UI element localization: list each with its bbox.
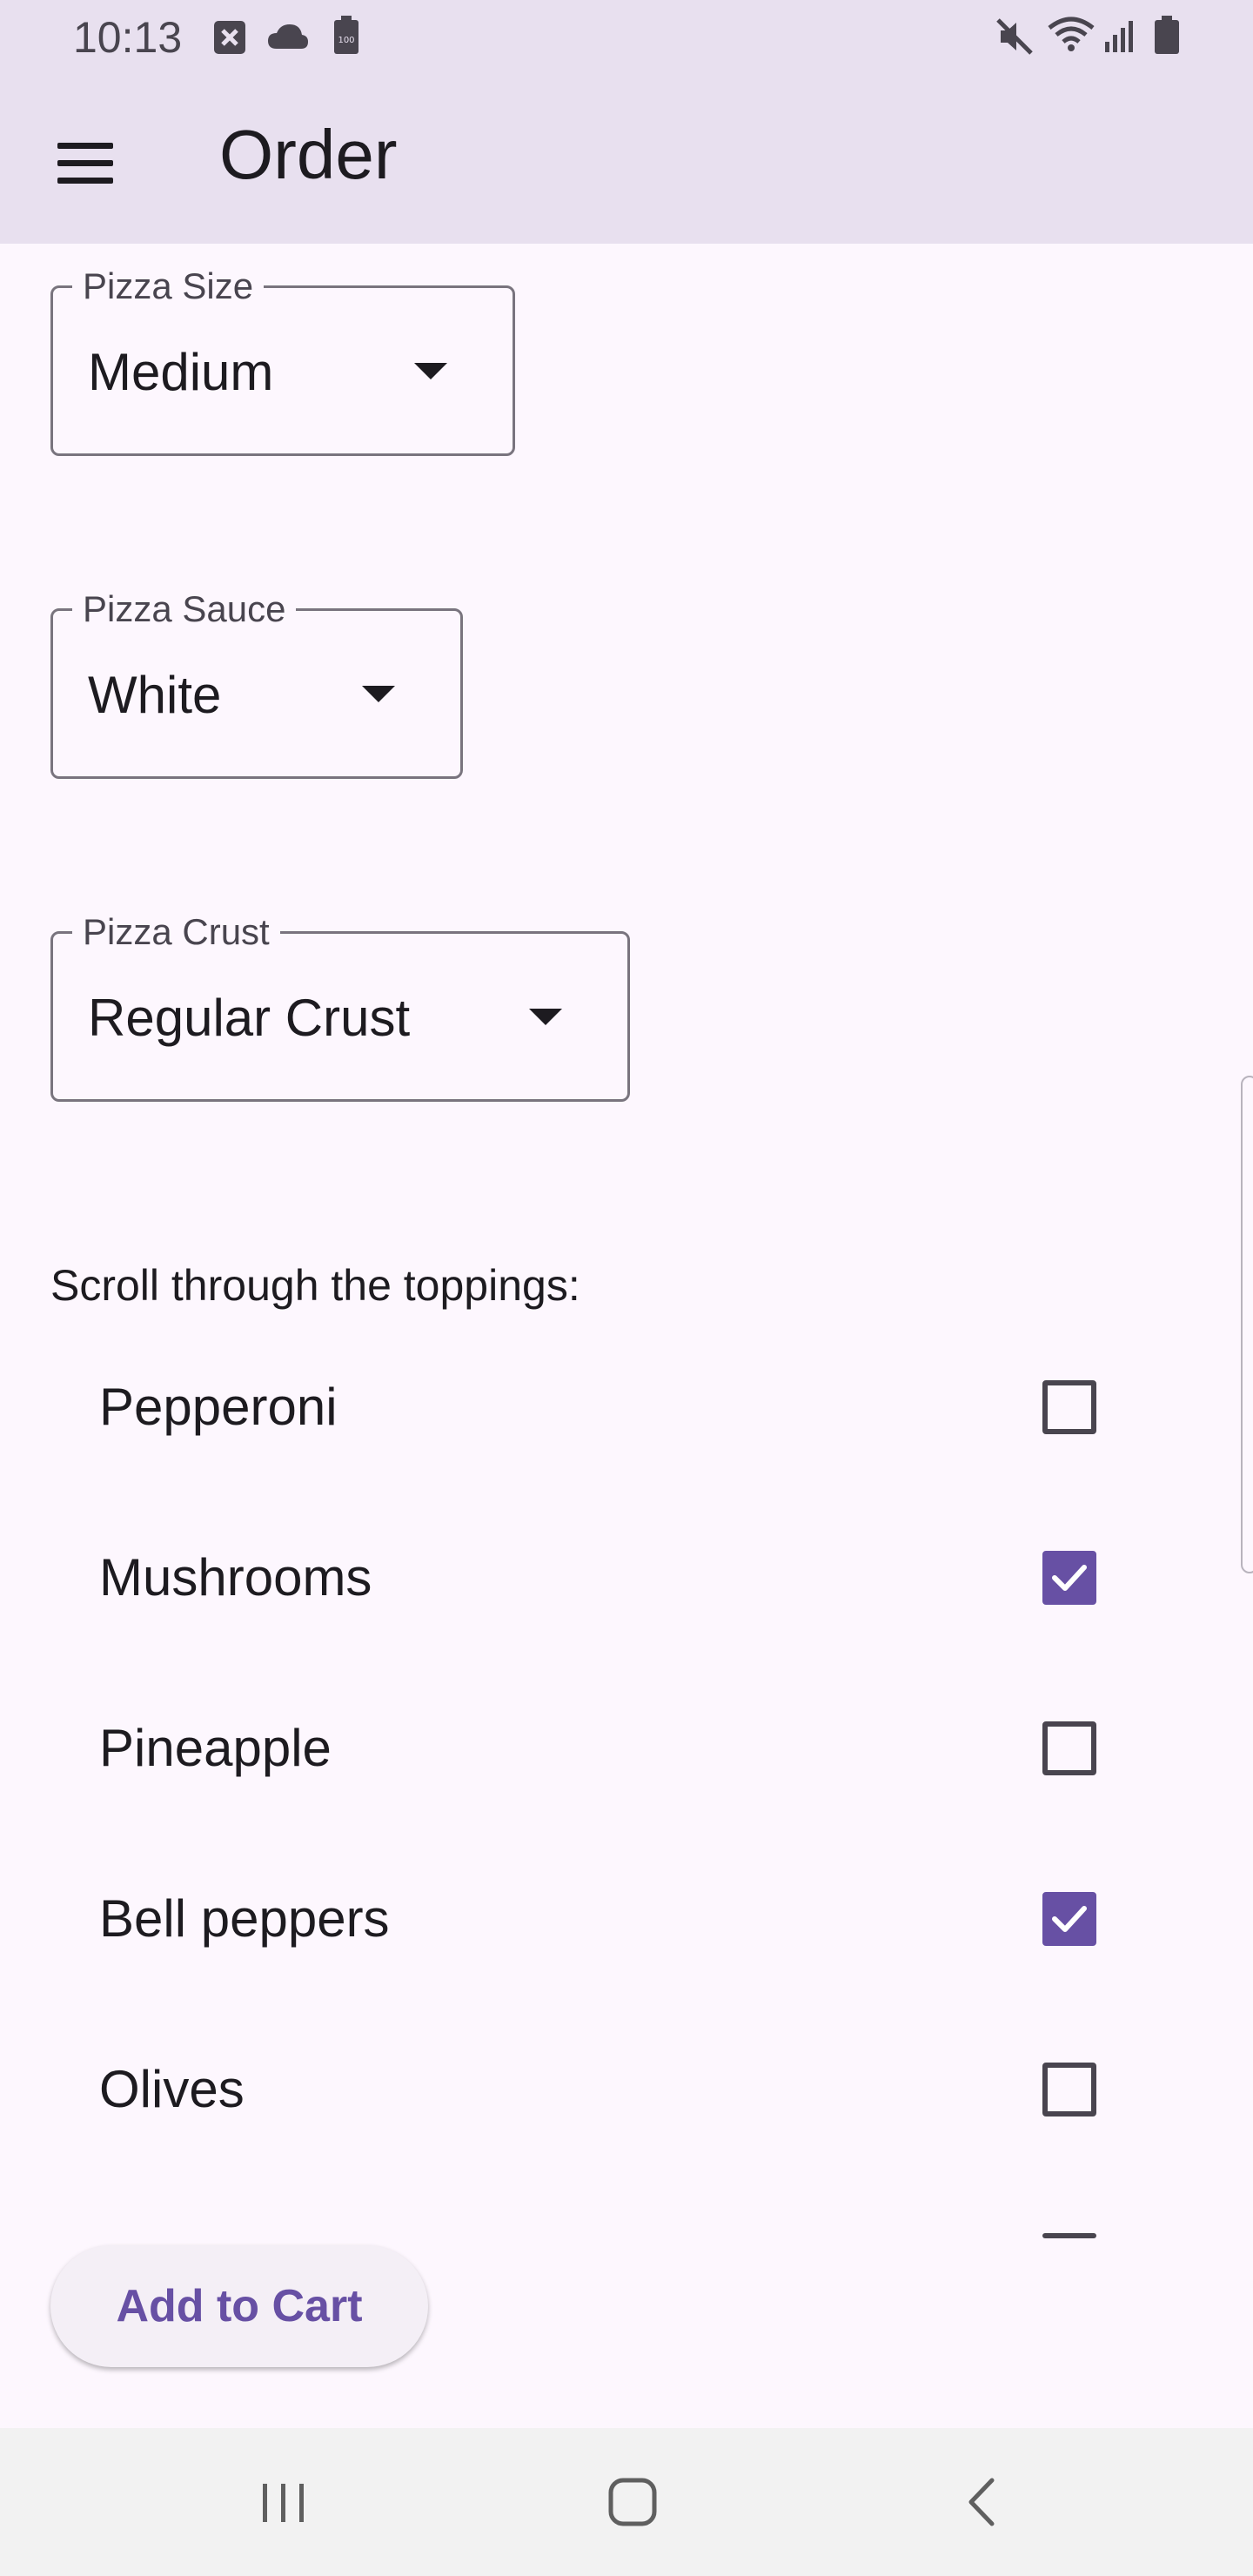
topping-checkbox[interactable] [1042,1380,1096,1434]
battery-saver-icon: 100 [334,16,358,54]
dropdown-arrow-icon [362,686,395,702]
topping-checkbox-partial [1042,2233,1096,2238]
topping-row[interactable]: Olives [0,2003,1253,2174]
topping-label: Pepperoni [99,1378,338,1436]
topping-row[interactable]: Pineapple [0,1662,1253,1833]
topping-row[interactable]: Bell peppers [0,1833,1253,2003]
topping-label: Mushrooms [99,1548,372,1607]
add-to-cart-button[interactable]: Add to Cart [50,2245,428,2367]
app-bar: Order [0,73,1253,244]
pizza-crust-label: Pizza Crust [72,911,280,953]
pizza-crust-value: Regular Crust [88,989,411,1047]
dropdown-arrow-icon [529,1009,562,1025]
check-icon [1052,1565,1087,1591]
status-time: 10:13 [73,13,183,62]
mute-icon [996,18,1033,55]
notification-x-icon [214,21,245,54]
topping-checkbox[interactable] [1042,1721,1096,1775]
cloud-icon [268,24,308,49]
pizza-size-label: Pizza Size [72,265,265,307]
pizza-size-value: Medium [88,343,274,401]
check-icon [1052,1906,1087,1932]
scroll-indicator[interactable] [1241,1076,1253,1573]
svg-text:100: 100 [338,36,354,45]
toppings-prompt: Scroll through the toppings: [50,1261,580,1310]
signal-icon [1105,21,1133,52]
page-title: Order [219,116,398,193]
back-icon[interactable] [931,2463,1035,2541]
status-bar: 10:13 100 [0,0,1253,73]
topping-label: Olives [99,2060,245,2118]
dropdown-arrow-icon [414,363,447,379]
home-icon[interactable] [580,2463,684,2541]
battery-icon [1155,16,1179,54]
topping-label: Pineapple [99,1719,332,1777]
topping-checkbox[interactable] [1042,1892,1096,1946]
topping-label: Bell peppers [99,1889,390,1948]
pizza-sauce-dropdown[interactable]: Pizza Sauce White [50,588,463,779]
pizza-sauce-value: White [88,666,222,724]
pizza-size-dropdown[interactable]: Pizza Size Medium [50,265,515,456]
pizza-sauce-label: Pizza Sauce [72,588,297,630]
topping-row[interactable]: Pepperoni [0,1321,1253,1492]
pizza-crust-dropdown[interactable]: Pizza Crust Regular Crust [50,911,630,1102]
wifi-icon [1048,17,1095,51]
hamburger-menu-icon[interactable] [44,122,127,205]
navigation-bar [0,2428,1253,2576]
topping-checkbox[interactable] [1042,2063,1096,2116]
recent-apps-icon[interactable] [231,2463,336,2541]
topping-checkbox[interactable] [1042,1551,1096,1605]
topping-row[interactable]: Mushrooms [0,1492,1253,1662]
